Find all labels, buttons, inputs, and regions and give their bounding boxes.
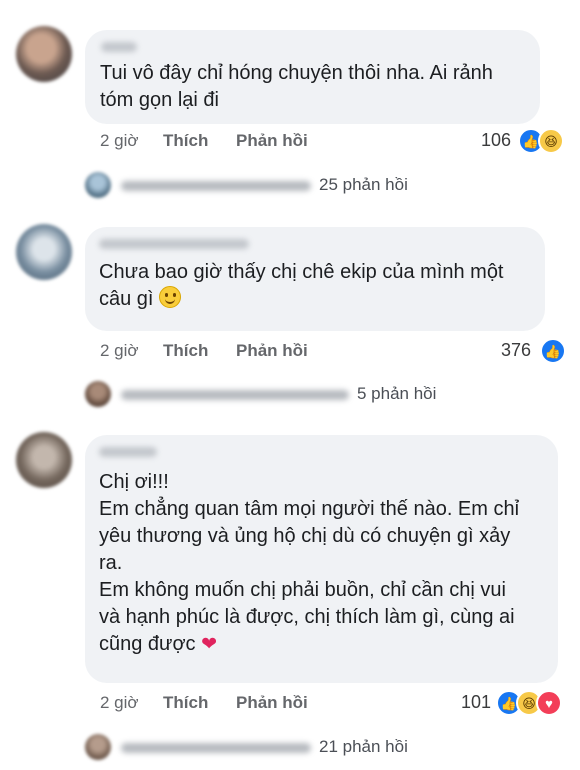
replies-count: 5 phản hồi <box>357 384 437 403</box>
commenter-name-redacted <box>101 42 137 52</box>
reply-author-redacted <box>121 390 349 400</box>
comment-line: Chị ơi!!! <box>99 471 169 493</box>
comment-time[interactable]: 2 giờ <box>100 341 139 361</box>
comment-line: cũng được <box>99 633 196 655</box>
haha-icon: 😆 <box>538 128 564 154</box>
avatar[interactable] <box>16 432 72 488</box>
comment-line-last: cũng được ❤ <box>99 631 554 658</box>
reply-author-redacted <box>121 181 311 191</box>
comment-line: yêu thương và ủng hộ chị dù có chuyện gì… <box>99 525 511 547</box>
heart-emoji-icon: ❤ <box>201 634 218 655</box>
love-icon: ♥ <box>536 690 562 716</box>
view-replies-link[interactable]: 5 phản hồi <box>85 381 465 409</box>
reply-author-redacted <box>121 743 311 753</box>
comment-time[interactable]: 2 giờ <box>100 131 139 151</box>
commenter-name-redacted <box>99 239 249 249</box>
view-replies-link[interactable]: 21 phản hồi <box>85 734 445 762</box>
like-button[interactable]: Thích <box>163 693 208 713</box>
reply-button[interactable]: Phản hồi <box>236 693 308 713</box>
reply-avatar <box>85 381 111 407</box>
reply-button[interactable]: Phản hồi <box>236 131 308 151</box>
like-icon: 👍 <box>540 338 566 364</box>
reply-button[interactable]: Phản hồi <box>236 341 308 361</box>
reply-avatar <box>85 172 111 198</box>
comment-line: Em chẳng quan tâm mọi người thế nào. Em … <box>99 498 520 520</box>
replies-count: 21 phản hồi <box>319 737 408 756</box>
reaction-summary[interactable]: 101 👍 😆 ♥ <box>458 690 570 716</box>
comment-line: Em không muốn chị phải buồn, chỉ cần chị… <box>99 579 506 601</box>
avatar[interactable] <box>16 26 72 82</box>
comment-line: và hạnh phúc là được, chị thích làm gì, … <box>99 606 515 628</box>
reaction-count: 101 <box>461 692 492 712</box>
view-replies-link[interactable]: 25 phản hồi <box>85 172 425 200</box>
reaction-summary[interactable]: 106 👍 😆 <box>478 128 564 154</box>
comment-line: ra. <box>99 552 123 574</box>
like-button[interactable]: Thích <box>163 131 208 151</box>
reply-avatar <box>85 734 111 760</box>
reaction-count: 106 <box>481 130 512 150</box>
comment-text: Chưa bao giờ thấy chị chê ekip của mình … <box>99 259 539 313</box>
like-button[interactable]: Thích <box>163 341 208 361</box>
reaction-count: 376 <box>501 340 532 360</box>
smile-emoji-icon <box>159 286 182 308</box>
comment-text: Chị ơi!!! Em chẳng quan tâm mọi người th… <box>99 469 554 658</box>
comment-text: Tui vô đây chỉ hóng chuyện thôi nha. Ai … <box>100 62 493 111</box>
reaction-summary[interactable]: 376 👍 <box>498 338 568 364</box>
commenter-name-redacted <box>99 447 157 457</box>
replies-count: 25 phản hồi <box>319 175 408 194</box>
comment-time[interactable]: 2 giờ <box>100 693 139 713</box>
avatar[interactable] <box>16 224 72 280</box>
